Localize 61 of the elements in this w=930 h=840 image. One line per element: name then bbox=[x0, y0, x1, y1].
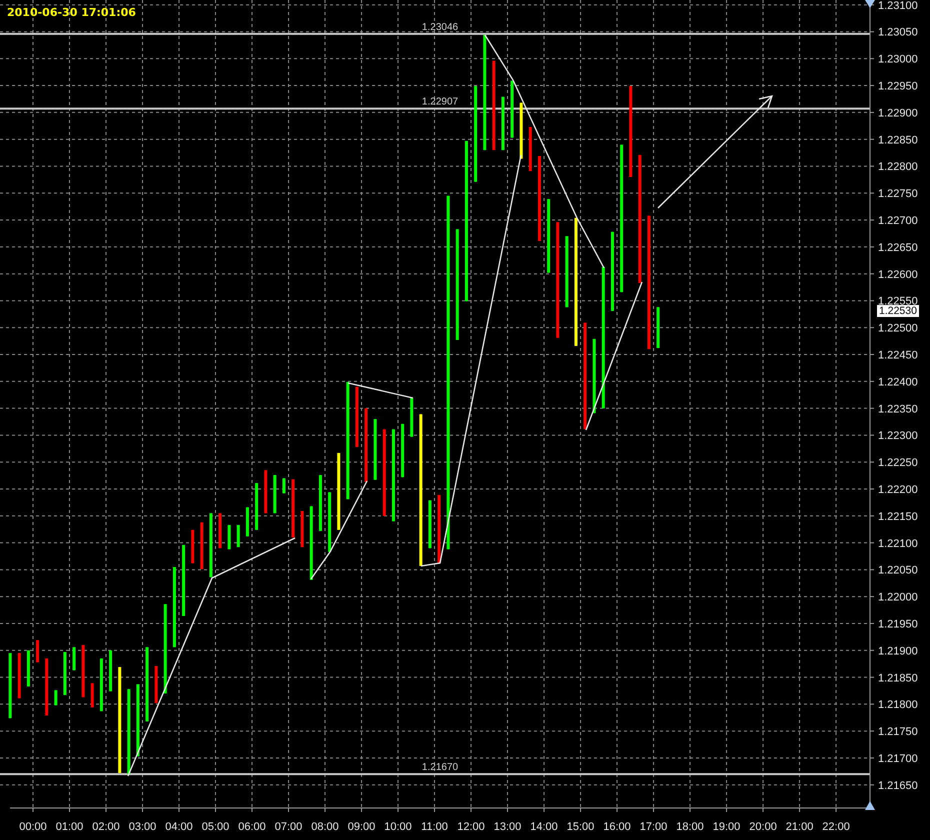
last-price-tag: 1.22530 bbox=[877, 305, 919, 318]
axis-label: 1.21700 bbox=[878, 752, 918, 765]
axis-label: 1.21800 bbox=[878, 699, 918, 712]
axis-label: 1.22300 bbox=[878, 430, 918, 442]
axis-label: 08:00 bbox=[311, 821, 339, 833]
axis-label: 1.22150 bbox=[878, 510, 918, 523]
axis-label: 1.22250 bbox=[878, 457, 918, 470]
axis-label: 1.22650 bbox=[878, 242, 918, 254]
axis-label: 04:00 bbox=[165, 821, 193, 833]
axis-label: 05:00 bbox=[202, 821, 230, 833]
axis-label: 1.22550 bbox=[878, 296, 918, 308]
axis-label: 20:00 bbox=[749, 821, 777, 833]
axis-label: 15:00 bbox=[566, 821, 594, 833]
axis-label: 06:00 bbox=[238, 821, 266, 833]
axis-label: 12:00 bbox=[457, 821, 485, 833]
axis-label: 1.21900 bbox=[878, 645, 918, 658]
axis-label: 1.22400 bbox=[878, 376, 918, 388]
axis-label: 1.22450 bbox=[878, 350, 918, 362]
axis-label: 02:00 bbox=[92, 821, 120, 833]
scroll-marker-icon[interactable] bbox=[865, 801, 875, 810]
axis-label: 16:00 bbox=[603, 821, 631, 833]
axis-label: 14:00 bbox=[530, 821, 558, 833]
axis-label: 1.23050 bbox=[878, 26, 918, 39]
axis-label: 07:00 bbox=[274, 821, 302, 833]
axis-label: 1.21650 bbox=[878, 780, 918, 792]
axis-label: 1.22350 bbox=[878, 403, 918, 416]
axis-label: 10:00 bbox=[384, 821, 412, 833]
trend-line bbox=[348, 382, 414, 399]
axis-label: 19:00 bbox=[712, 821, 740, 833]
axis-label: 1.22950 bbox=[878, 80, 918, 93]
axis-label: 1.22750 bbox=[878, 188, 918, 200]
axis-label: 1.22700 bbox=[878, 215, 918, 228]
axis-label: 11:00 bbox=[421, 821, 448, 833]
level-label: 1.22907 bbox=[422, 96, 458, 108]
axis-label: 00:00 bbox=[19, 821, 47, 833]
axis-label: 1.21950 bbox=[878, 618, 918, 630]
axis-label: 1.22200 bbox=[878, 484, 918, 496]
axis-label: 1.22900 bbox=[878, 107, 918, 120]
axis-label: 01:00 bbox=[56, 821, 84, 833]
axis-label: 1.22000 bbox=[878, 592, 918, 604]
axis-label: 18:00 bbox=[676, 821, 704, 833]
axis-label: 1.22500 bbox=[878, 322, 918, 335]
axis-label: 03:00 bbox=[128, 821, 156, 833]
axis-label: 1.21750 bbox=[878, 726, 918, 738]
timestamp: 2010-06-30 17:01:06 bbox=[7, 6, 136, 19]
axis-label: 13:00 bbox=[494, 821, 522, 833]
scroll-marker-icon[interactable] bbox=[865, 0, 875, 8]
level-label: 1.21670 bbox=[422, 762, 458, 774]
axis-label: 17:00 bbox=[640, 821, 668, 833]
axis-label: 1.22100 bbox=[878, 538, 918, 550]
axis-label: 1.21850 bbox=[878, 672, 918, 684]
axis-label: 21:00 bbox=[786, 821, 814, 833]
axis-label: 1.23000 bbox=[878, 54, 918, 66]
axis-label: 1.22850 bbox=[878, 134, 918, 146]
axis-label: 1.22050 bbox=[878, 564, 918, 577]
axis-label: 09:00 bbox=[348, 821, 376, 833]
axis-label: 1.22800 bbox=[878, 161, 918, 174]
level-label: 1.23046 bbox=[422, 22, 458, 33]
axis-label: 1.23100 bbox=[878, 0, 918, 12]
axis-label: 22:00 bbox=[822, 821, 850, 833]
axis-label: 1.22600 bbox=[878, 268, 918, 281]
